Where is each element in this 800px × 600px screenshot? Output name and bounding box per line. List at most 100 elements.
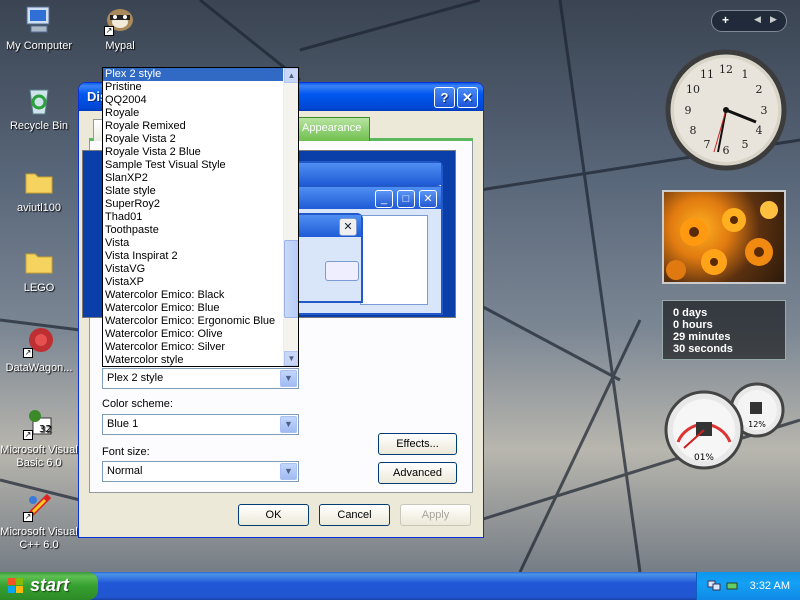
shortcut-arrow-icon: ↗ (104, 26, 114, 36)
desktop-icon-aviutl100[interactable]: aviutl100 (0, 166, 78, 215)
clock-number: 2 (756, 83, 763, 96)
desktop-icon-datawagon[interactable]: ↗ DataWagon... (0, 326, 78, 375)
maximize-icon: □ (397, 190, 415, 208)
network-icon[interactable] (707, 578, 721, 592)
clock-number: 5 (742, 138, 749, 151)
desktop-icon-recycle-bin[interactable]: Recycle Bin (0, 84, 78, 133)
ok-button[interactable]: OK (238, 504, 309, 526)
shortcut-arrow-icon: ↗ (23, 348, 33, 358)
dropdown-item[interactable]: Thad01 (103, 211, 285, 224)
prev-page-icon[interactable]: ◀ (754, 14, 761, 25)
color-scheme-label: Color scheme: (102, 398, 173, 410)
dropdown-item[interactable]: Vista Inspirat 2 (103, 250, 285, 263)
dropdown-item[interactable]: SlanXP2 (103, 172, 285, 185)
dropdown-item[interactable]: SuperRoy2 (103, 198, 285, 211)
clock-number: 7 (704, 138, 711, 151)
dropdown-item[interactable]: Pristine (103, 81, 285, 94)
start-label: start (30, 575, 70, 595)
clock-number: 1 (742, 68, 749, 81)
system-tray: 3:32 AM (696, 572, 800, 600)
dropdown-item[interactable]: Watercolor Emico: Silver (103, 341, 285, 354)
dropdown-item[interactable]: Watercolor Emico: Ergonomic Blue (103, 315, 285, 328)
dropdown-item[interactable]: Watercolor Emico: Blue (103, 302, 285, 315)
dropdown-item[interactable]: Royale Vista 2 (103, 133, 285, 146)
my-computer-icon (23, 4, 55, 36)
dropdown-item[interactable]: Royale (103, 107, 285, 120)
dropdown-item[interactable]: Watercolor Emico: Black (103, 289, 285, 302)
memory-percent: 12% (748, 420, 766, 429)
visual-cpp-icon: ↗ (23, 490, 55, 522)
clock-number: 12 (719, 63, 733, 76)
dropdown-item[interactable]: Watercolor style (103, 354, 285, 366)
chevron-down-icon[interactable]: ▼ (280, 370, 297, 387)
slideshow-gadget[interactable] (662, 190, 786, 284)
taskbar: start 3:32 AM (0, 572, 800, 600)
dropdown-item[interactable]: Vista (103, 237, 285, 250)
dropdown-item[interactable]: VistaXP (103, 276, 285, 289)
chevron-down-icon[interactable]: ▼ (280, 416, 297, 433)
dropdown-item[interactable]: VistaVG (103, 263, 285, 276)
desktop-icon-visual-cpp[interactable]: ↗ Microsoft Visual C++ 6.0 (0, 490, 78, 552)
desktop-icon-my-computer[interactable]: My Computer (0, 4, 78, 53)
scroll-thumb[interactable] (284, 240, 298, 318)
shortcut-arrow-icon: ↗ (23, 512, 33, 522)
cancel-button[interactable]: Cancel (319, 504, 390, 526)
dropdown-item[interactable]: QQ2004 (103, 94, 285, 107)
desktop-icon-lego[interactable]: LEGO (0, 246, 78, 295)
clock-gadget: 12 1 2 3 4 5 6 7 8 9 10 11 (665, 49, 787, 171)
start-button[interactable]: start (0, 572, 98, 600)
dropdown-item[interactable]: Sample Test Visual Style (103, 159, 285, 172)
taskbar-clock[interactable]: 3:32 AM (750, 580, 790, 592)
cpu-meter-gadget: 12% 01% (664, 382, 785, 470)
uptime-hours: 0 hours (673, 319, 713, 331)
font-size-combo[interactable]: Normal ▼ (102, 461, 299, 482)
window-style-dropdown-list[interactable]: Plex 2 style Pristine QQ2004 Royale Royale R… (102, 67, 299, 367)
mypal-browser-icon: ↗ (104, 4, 136, 36)
dropdown-item[interactable]: Watercolor Emico: Olive (103, 328, 285, 341)
clock-number: 3 (761, 104, 768, 117)
uptime-seconds: 30 seconds (673, 343, 733, 355)
font-size-value: Normal (107, 465, 143, 477)
add-gadget-button[interactable]: + (722, 13, 729, 27)
close-button[interactable]: ✕ (457, 87, 478, 108)
window-style-combo[interactable]: Plex 2 style ▼ (102, 368, 299, 389)
folder-icon (23, 246, 55, 278)
uptime-minutes: 29 minutes (673, 331, 731, 343)
dropdown-item[interactable]: Royale Remixed (103, 120, 285, 133)
dropdown-item[interactable]: Royale Vista 2 Blue (103, 146, 285, 159)
effects-button[interactable]: Effects... (378, 433, 457, 455)
cpu-percent: 01% (694, 453, 714, 463)
tab-appearance[interactable]: Appearance (289, 117, 371, 141)
clock-number: 6 (723, 144, 730, 157)
datawagon-icon: ↗ (23, 326, 55, 358)
dropdown-items: Plex 2 style Pristine QQ2004 Royale Royale R… (103, 68, 285, 366)
apply-button[interactable]: Apply (400, 504, 471, 526)
dropdown-item[interactable]: Slate style (103, 185, 285, 198)
safely-remove-icon[interactable] (725, 578, 739, 592)
memory-chip-icon (750, 402, 762, 414)
advanced-button[interactable]: Advanced (378, 462, 457, 484)
uptime-days: 0 days (673, 307, 708, 319)
shortcut-arrow-icon: ↗ (23, 430, 33, 440)
folder-icon (23, 166, 55, 198)
scroll-up-icon[interactable]: ▲ (284, 68, 298, 83)
flower-photo (666, 201, 778, 280)
desktop-icon-visual-basic[interactable]: 32 ↗ Microsoft Visual Basic 6.0 (0, 408, 78, 470)
dropdown-scrollbar[interactable]: ▲ ▼ (283, 68, 298, 366)
help-button[interactable]: ? (434, 87, 455, 108)
dropdown-item[interactable]: Plex 2 style (103, 68, 285, 81)
window-style-value: Plex 2 style (107, 372, 164, 384)
uptime-gadget: 0 days 0 hours 29 minutes 30 seconds (662, 300, 786, 360)
dropdown-item[interactable]: Toothpaste (103, 224, 285, 237)
desktop-icon-mypal[interactable]: ↗ Mypal (81, 4, 159, 53)
windows-flag-icon (8, 578, 23, 593)
color-scheme-value: Blue 1 (107, 418, 139, 430)
next-page-icon[interactable]: ▶ (770, 14, 777, 25)
recycle-bin-icon (23, 84, 55, 116)
clock-number: 4 (756, 124, 763, 137)
chevron-down-icon[interactable]: ▼ (280, 463, 297, 480)
color-scheme-combo[interactable]: Blue 1 ▼ (102, 414, 299, 435)
clock-number: 10 (686, 83, 700, 96)
clock-number: 9 (685, 104, 692, 117)
scroll-down-icon[interactable]: ▼ (284, 351, 298, 366)
